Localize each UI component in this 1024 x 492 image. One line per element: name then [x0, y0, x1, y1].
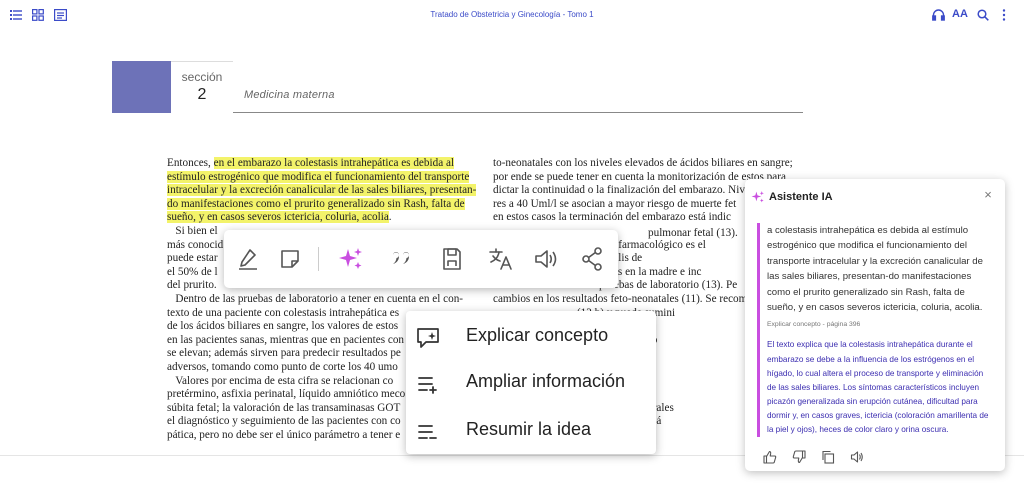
text-span: del prurito.	[167, 279, 217, 292]
list-summary-icon	[416, 421, 440, 443]
text-line[interactable]: to-neonatales con los niveles elevados d…	[493, 157, 813, 171]
save-icon[interactable]	[437, 244, 467, 274]
more-vert-icon[interactable]	[996, 7, 1012, 23]
audio-icon[interactable]	[531, 244, 561, 274]
highlighted-text[interactable]: estímulo estrogénico que modifica el fun…	[167, 170, 470, 183]
text-span: adversos, tomando como punto de corte lo…	[167, 360, 398, 373]
thumbs-down-icon[interactable]	[792, 450, 806, 464]
note-icon[interactable]	[275, 244, 305, 274]
selection-toolbar	[224, 230, 618, 288]
text-line[interactable]: estímulo estrogénico que modifica el fun…	[167, 170, 487, 185]
list-add-icon	[416, 373, 440, 395]
text-span: Dentro de las pruebas de laboratorio a t…	[167, 292, 464, 305]
menu-item-resumir-la-idea[interactable]: Resumir la idea	[406, 411, 656, 451]
section-rule	[233, 112, 803, 113]
text-span: más conocid	[167, 238, 224, 251]
ai-sparkle-icon[interactable]	[336, 244, 366, 274]
highlighter-icon[interactable]	[233, 244, 263, 274]
text-span: .	[388, 211, 392, 224]
toolbar-separator	[318, 247, 319, 271]
menu-item-label: Ampliar información	[466, 371, 626, 391]
text-line[interactable]: Dentro de las pruebas de laboratorio a t…	[167, 293, 487, 307]
ai-quote-block: a colestasis intrahepática es debida al …	[757, 223, 993, 438]
text-span: se elevan; además sirven para predecir r…	[167, 347, 401, 360]
text-line[interactable]: sueño, y en casos severos ictericia, col…	[167, 211, 487, 225]
thumbs-up-icon[interactable]	[763, 450, 777, 464]
text-span: el diagnóstico y seguimiento de las paci…	[167, 415, 401, 428]
text-span: súbita fetal; la valoración de las trans…	[167, 401, 401, 414]
ai-context-menu: Explicar concepto Ampliar información Re…	[406, 311, 656, 454]
text-span: Si bien el	[167, 224, 218, 237]
text-span: pática, pero no debe ser el único paráme…	[167, 428, 401, 441]
ai-panel-title: Asistente IA	[769, 191, 833, 203]
highlighted-text[interactable]: intracelular y la excreción canalicular …	[167, 184, 477, 197]
highlighted-text[interactable]: do manifestaciones como el prurito gener…	[167, 197, 465, 210]
share-icon[interactable]	[577, 244, 607, 274]
copy-icon[interactable]	[821, 450, 835, 464]
ai-assistant-panel: Asistente IA × a colestasis intrahepátic…	[745, 179, 1005, 471]
ai-source-label: Explicar concepto - página 396	[767, 321, 861, 329]
speaker-icon[interactable]	[850, 450, 864, 464]
menu-item-label: Explicar concepto	[466, 325, 609, 345]
text-span: texto de una paciente con colestasis int…	[167, 306, 400, 319]
ai-quote-text: a colestasis intrahepática es debida al …	[767, 225, 983, 314]
text-span: Entonces,	[167, 157, 214, 169]
search-icon[interactable]	[975, 7, 991, 23]
text-span: pretérmino, asfixia perinatal, líquido a…	[167, 388, 406, 401]
text-line[interactable]: Entonces, en el embarazo la colestasis i…	[167, 157, 487, 171]
text-span: Valores por encima de esta cifra se rela…	[167, 374, 394, 387]
text-line[interactable]: do manifestaciones como el prurito gener…	[167, 197, 487, 212]
section-number: 2	[197, 86, 207, 103]
close-icon[interactable]: ×	[981, 188, 995, 202]
text-span: en las pacientes sanas, mientras que en …	[167, 333, 405, 346]
highlighted-text[interactable]: en el embarazo la colestasis intrahepáti…	[213, 157, 455, 169]
text-line[interactable]: intracelular y la excreción canalicular …	[167, 184, 487, 198]
top-bar: Tratado de Obstetricia y Ginecología - T…	[0, 0, 1024, 30]
translate-icon[interactable]	[486, 244, 516, 274]
quote-icon[interactable]	[387, 244, 417, 274]
chat-explain-icon	[416, 327, 440, 349]
menu-item-ampliar-informacion[interactable]: Ampliar información	[406, 363, 656, 403]
ai-answer-text: El texto explica que la colestasis intra…	[767, 340, 989, 434]
text-span: de los ácidos biliares en sangre, los va…	[167, 320, 399, 333]
section-name: Medicina materna	[244, 89, 335, 101]
text-span: puede estar	[167, 252, 218, 265]
font-size-icon[interactable]: AA	[952, 8, 968, 20]
highlighted-text[interactable]: sueño, y en casos severos ictericia, col…	[167, 211, 389, 224]
headphones-icon[interactable]	[930, 7, 946, 23]
section-label: sección	[181, 70, 223, 84]
menu-item-explicar-concepto[interactable]: Explicar concepto	[406, 317, 656, 357]
book-title: Tratado de Obstetricia y Ginecología - T…	[430, 10, 594, 19]
section-color-block	[112, 61, 171, 113]
text-span: el 50% de l	[167, 265, 218, 278]
menu-item-label: Resumir la idea	[466, 419, 592, 439]
ai-sparkle-icon	[751, 190, 765, 204]
